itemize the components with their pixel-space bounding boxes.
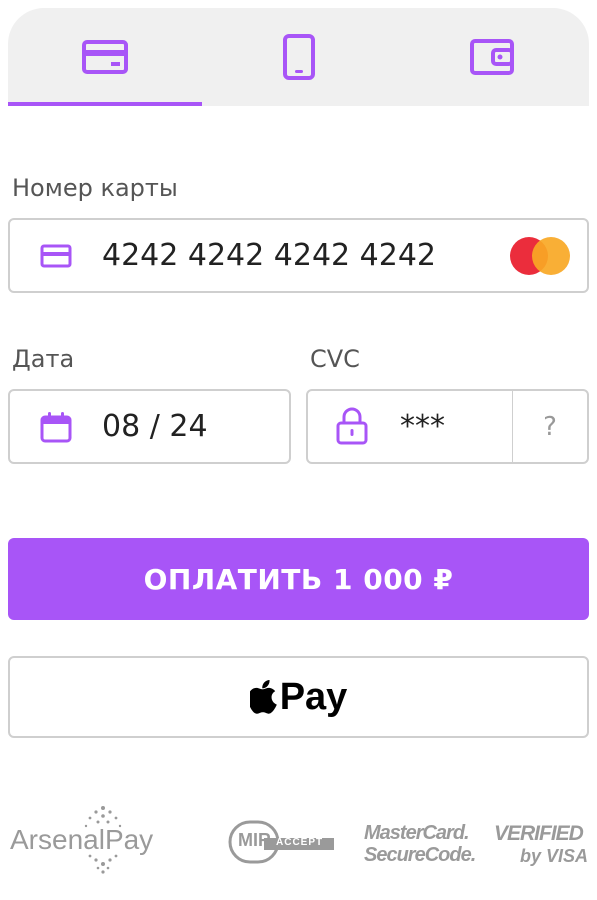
- apple-pay-text: Pay: [279, 675, 348, 718]
- expiry-date-field[interactable]: 08 / 24: [8, 389, 291, 464]
- securecode-text: SecureCode.: [364, 844, 476, 866]
- card-number-label: Номер карты: [12, 174, 178, 202]
- payment-method-tabs: [8, 8, 589, 106]
- cvc-label: CVC: [310, 345, 360, 373]
- credit-card-icon: [81, 40, 128, 74]
- by-visa-text: by VISA: [520, 846, 589, 866]
- mastercard-text: MasterCard.: [364, 822, 470, 844]
- card-number-field[interactable]: 4242 4242 4242 4242: [8, 218, 589, 293]
- cvc-help-button[interactable]: ?: [513, 391, 587, 462]
- expiry-date-value: 08 / 24: [102, 409, 208, 444]
- arsenalpay-text: ArsenalPay: [10, 824, 154, 855]
- mastercard-icon: [510, 237, 570, 275]
- tab-phone[interactable]: [202, 8, 396, 106]
- mir-accept-text: ACCEPT: [276, 837, 324, 848]
- apple-pay-button[interactable]: Pay: [8, 656, 589, 738]
- wallet-icon: [470, 39, 515, 75]
- lock-icon: [336, 407, 368, 445]
- cvc-value: ***: [400, 409, 445, 444]
- apple-logo-icon: [249, 680, 277, 714]
- footer-logos: ArsenalPay MIR ACCEPT MasterCard. Secure…: [0, 790, 597, 890]
- cvc-field[interactable]: *** ?: [306, 389, 589, 464]
- phone-icon: [282, 34, 315, 80]
- credit-card-icon: [40, 244, 72, 268]
- tab-wallet[interactable]: [395, 8, 589, 106]
- calendar-icon: [40, 412, 72, 443]
- mir-text: MIR: [238, 830, 271, 850]
- date-label: Дата: [12, 345, 75, 373]
- card-number-value: 4242 4242 4242 4242: [102, 238, 436, 273]
- tab-card[interactable]: [8, 8, 202, 106]
- verified-text: VERIFIED: [494, 822, 584, 845]
- pay-button[interactable]: ОПЛАТИТЬ 1 000 ₽: [8, 538, 589, 620]
